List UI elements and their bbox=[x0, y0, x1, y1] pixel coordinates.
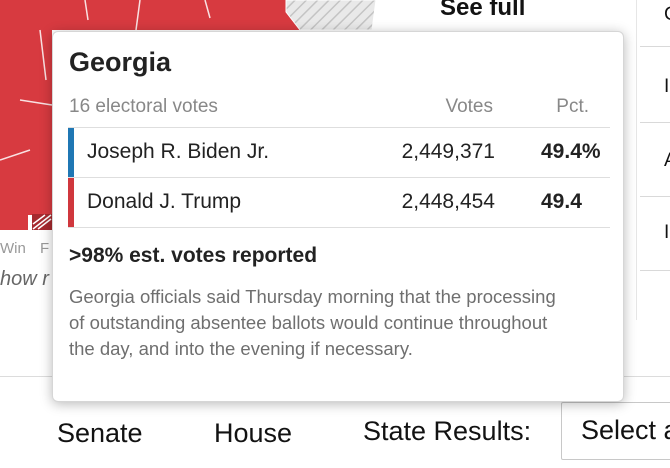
right-panel-divider bbox=[636, 0, 637, 320]
candidate-votes: 2,449,371 bbox=[401, 140, 495, 163]
tooltip-note: Georgia officials said Thursday morning … bbox=[69, 286, 556, 359]
right-panel-rule bbox=[640, 270, 670, 271]
right-panel-item[interactable]: C bbox=[664, 4, 670, 26]
legend-swatch-win bbox=[0, 214, 28, 230]
candidate-name: Donald J. Trump bbox=[87, 190, 242, 213]
nav-house-link[interactable]: House bbox=[214, 418, 292, 449]
republican-party-bar bbox=[68, 178, 74, 227]
candidate-pct: 49.4 bbox=[541, 190, 582, 213]
map-hatched-state[interactable] bbox=[285, 0, 377, 31]
pct-column-header: Pct. bbox=[556, 96, 589, 117]
democrat-party-bar bbox=[68, 128, 74, 177]
candidate-row-trump: Donald J. Trump 2,448,454 49.4 bbox=[68, 178, 613, 227]
right-panel-rule bbox=[640, 122, 670, 123]
state-results-select[interactable]: Select a bbox=[561, 402, 670, 460]
state-results-tooltip: Georgia 16 electoral votes Votes Pct. Jo… bbox=[52, 31, 624, 402]
legend-label-flip: F bbox=[40, 240, 50, 257]
candidate-pct: 49.4% bbox=[541, 140, 601, 163]
candidate-votes: 2,448,454 bbox=[401, 190, 495, 213]
nav-senate-link[interactable]: Senate bbox=[57, 418, 143, 449]
state-results-label: State Results: bbox=[363, 416, 532, 446]
right-panel-item[interactable]: I bbox=[664, 222, 669, 244]
right-panel-rule bbox=[640, 196, 670, 197]
legend-label-win: Win bbox=[0, 240, 26, 257]
votes-column-header: Votes bbox=[445, 96, 493, 117]
electoral-votes-label: 16 electoral votes bbox=[69, 96, 218, 117]
right-panel-item[interactable]: I bbox=[664, 76, 669, 98]
see-full-link[interactable]: See full bbox=[440, 0, 525, 22]
candidate-name: Joseph R. Biden Jr. bbox=[87, 140, 270, 163]
right-panel-rule bbox=[640, 46, 670, 47]
table-divider bbox=[68, 227, 610, 228]
votes-reported-status: >98% est. votes reported bbox=[69, 244, 318, 267]
right-panel-item[interactable]: A bbox=[664, 150, 670, 172]
tooltip-state-title: Georgia bbox=[69, 47, 172, 77]
show-results-text[interactable]: how r bbox=[0, 268, 49, 291]
candidate-row-biden: Joseph R. Biden Jr. 2,449,371 49.4% bbox=[68, 128, 613, 177]
